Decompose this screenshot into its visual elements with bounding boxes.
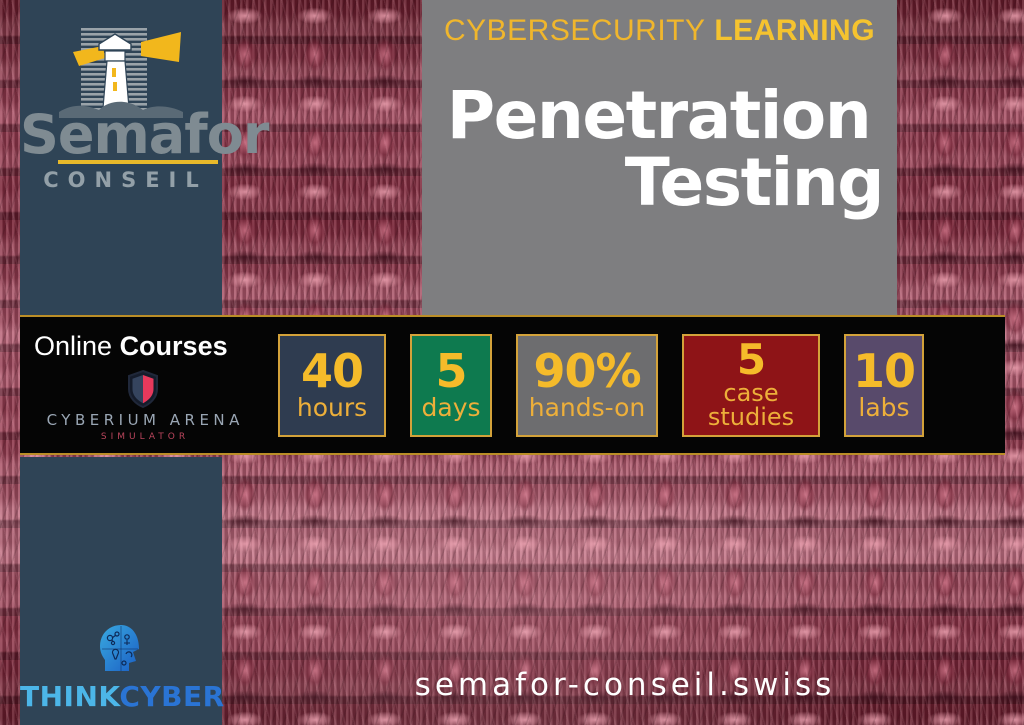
thinkcyber-logo: THINKCYBER [20, 621, 225, 713]
brain-head-icon [100, 625, 139, 671]
badge-value: 90% [533, 344, 641, 399]
courses-label-light: Online [34, 331, 113, 361]
eyebrow-text: CYBERSECURITY LEARNING [422, 14, 897, 48]
badge-value: 5 [736, 334, 766, 384]
cyberium-subtitle: SIMULATOR [100, 432, 190, 442]
shield-icon [128, 369, 158, 409]
stat-badges: 40 hours 5 days 90% hands-on 5 case stud… [278, 317, 1005, 453]
badge-value: 10 [853, 344, 916, 399]
stat-badge-days: 5 days [410, 333, 492, 437]
stat-badge-hands-on: 90% hands-on [516, 333, 658, 437]
cyberium-name: CYBERIUM ARENA [46, 411, 244, 429]
badge-unit: days [421, 392, 481, 422]
stat-badge-hours: 40 hours [278, 333, 386, 437]
brand-panel: Semafor CONSEIL [20, 0, 269, 316]
poster-canvas: Semafor CONSEIL CYBERSECURITY LEARNING P… [0, 0, 1024, 725]
eyebrow-light: CYBERSECURITY [443, 14, 706, 47]
title-panel: CYBERSECURITY LEARNING Penetration Testi… [422, 0, 897, 316]
badge-unit: hands-on [528, 392, 646, 422]
badge-value: 40 [300, 344, 364, 399]
brand-tagline: CONSEIL [43, 168, 208, 192]
stat-badge-case-studies: 5 case studies [682, 333, 820, 437]
partner-panel: THINKCYBER [20, 457, 225, 725]
badge-value: 5 [435, 344, 467, 399]
eyebrow-bold: LEARNING [714, 14, 876, 47]
stats-bar: Online Courses CYBERIUM ARENA SIMULATOR … [20, 315, 1005, 455]
courses-label-bold: Courses [119, 331, 228, 361]
online-courses-block: Online Courses CYBERIUM ARENA SIMULATOR [20, 317, 278, 453]
thinkcyber-wordmark: THINKCYBER [20, 680, 225, 713]
stat-badge-labs: 10 labs [844, 333, 924, 437]
footer-website: semafor-conseil.swiss [414, 667, 836, 703]
thinkcyber-part2: CYBER [119, 680, 225, 713]
online-courses-label: Online Courses [34, 331, 228, 362]
badge-unit: hours [296, 392, 368, 422]
brand-wordmark: Semafor [20, 103, 269, 166]
cyberium-arena-logo: CYBERIUM ARENA SIMULATOR [28, 369, 258, 442]
title-line-1: Penetration [446, 77, 872, 154]
badge-unit: case studies [707, 379, 795, 432]
badge-unit: labs [858, 392, 910, 422]
brand-underline [58, 160, 218, 164]
thinkcyber-part1: THINK [20, 680, 120, 713]
title-line-2: Testing [624, 144, 885, 222]
page-title: Penetration Testing [430, 82, 887, 217]
